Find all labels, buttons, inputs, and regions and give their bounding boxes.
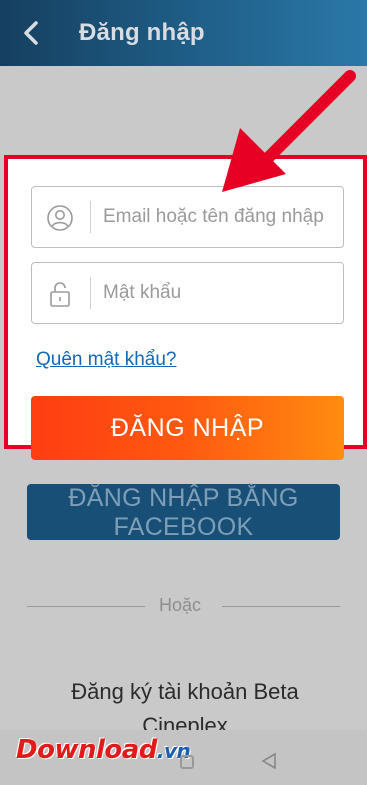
divider-line xyxy=(27,606,145,607)
field-separator xyxy=(90,277,91,309)
email-field[interactable] xyxy=(31,186,344,248)
lock-icon xyxy=(50,282,70,307)
watermark-logo: Download.vn xyxy=(16,735,191,765)
user-icon xyxy=(47,205,73,231)
login-form: Quên mật khẩu? ĐĂNG NHẬP xyxy=(4,155,367,460)
password-field[interactable] xyxy=(31,262,344,324)
forgot-password-link[interactable]: Quên mật khẩu? xyxy=(36,349,176,371)
divider-text: Hoặc xyxy=(159,595,202,615)
facebook-login-button[interactable]: ĐĂNG NHẬP BẰNG FACEBOOK xyxy=(27,484,340,541)
field-separator xyxy=(90,201,91,233)
watermark-brand: Download xyxy=(16,735,157,765)
login-button[interactable]: ĐĂNG NHẬP xyxy=(31,396,344,460)
email-input[interactable] xyxy=(103,201,339,233)
password-input[interactable] xyxy=(103,277,339,309)
divider-line xyxy=(222,606,340,607)
page-title: Đăng nhập xyxy=(79,19,205,46)
app-header: Đăng nhập xyxy=(0,0,367,66)
chevron-left-icon[interactable] xyxy=(18,19,46,47)
nav-home-icon[interactable] xyxy=(180,755,194,769)
nav-back-icon[interactable] xyxy=(260,752,278,770)
